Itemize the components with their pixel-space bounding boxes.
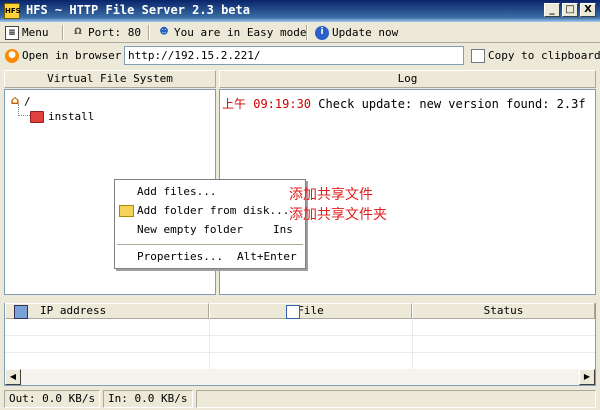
port-button[interactable]: Ω Port: 80 [68, 23, 144, 42]
annotation-add-files: 添加共享文件 [289, 187, 373, 203]
tree-item-install[interactable]: install [30, 110, 94, 123]
clipboard-icon [471, 48, 485, 63]
tree-item-label: install [48, 110, 95, 123]
file-icon [286, 305, 300, 319]
maximize-button[interactable]: □ [562, 3, 578, 17]
panel-splitter[interactable] [0, 297, 600, 301]
update-label: Update now [332, 26, 399, 39]
context-menu: Add files... Add folder from disk... New… [114, 179, 306, 269]
status-in: In: 0.0 KB/s [103, 390, 193, 408]
toolbar-separator [306, 25, 308, 40]
menu-item-add-files[interactable]: Add files... [115, 183, 305, 201]
log-entry: 上午 09:19:30 Check update: new version fo… [222, 95, 586, 112]
copy-to-clipboard-button[interactable]: Copy to clipboard [468, 46, 600, 65]
menu-item-properties[interactable]: Properties... Alt+Enter [115, 248, 305, 266]
title-bar[interactable]: HFS HFS ~ HTTP File Server 2.3 beta _ □ … [0, 0, 600, 22]
menu-item-new-empty-folder[interactable]: New empty folder Ins [115, 221, 305, 239]
column-header-file[interactable]: File [209, 303, 412, 319]
menu-separator [117, 244, 303, 245]
open-in-browser-label: Open in browser [22, 49, 122, 62]
address-toolbar: ● Open in browser Copy to clipboard [0, 44, 600, 68]
window-title: HFS ~ HTTP File Server 2.3 beta [26, 3, 250, 17]
menu-icon: ≡ [5, 25, 19, 40]
menu-item-add-folder[interactable]: Add folder from disk... [115, 202, 305, 220]
folder-icon [119, 205, 134, 217]
table-row [5, 335, 595, 336]
horizontal-scrollbar[interactable]: ◀ ▶ [5, 369, 595, 385]
status-out: Out: 0.0 KB/s [4, 390, 100, 408]
log-entry-time: 上午 09:19:30 [222, 97, 312, 111]
scroll-left-button[interactable]: ◀ [5, 369, 21, 385]
main-toolbar: ≡ Menu Ω Port: 80 ☻ You are in Easy mode… [0, 22, 600, 43]
status-bar: Out: 0.0 KB/s In: 0.0 KB/s [0, 388, 600, 410]
menu-item-label: Add files... [137, 185, 217, 198]
menu-button[interactable]: ≡ Menu [2, 23, 52, 42]
column-header-ip[interactable]: IP address [5, 303, 209, 319]
open-in-browser-button[interactable]: ● Open in browser [2, 46, 124, 65]
info-icon: i [315, 25, 329, 40]
table-column-divider [209, 319, 210, 369]
table-column-divider [412, 319, 413, 369]
menu-label: Menu [22, 26, 49, 39]
annotation-add-folder: 添加共享文件夹 [289, 207, 387, 223]
status-extra [196, 390, 596, 408]
plug-icon: Ω [74, 26, 82, 37]
network-icon [14, 305, 28, 319]
toolbar-separator [62, 25, 64, 40]
column-header-label: IP address [40, 304, 107, 317]
mode-button[interactable]: ☻ You are in Easy mode [154, 23, 309, 42]
column-header-status[interactable]: Status [412, 303, 595, 319]
vfs-panel-header: Virtual File System [4, 70, 216, 88]
close-button[interactable]: X [580, 3, 596, 17]
column-header-label: File [297, 304, 324, 317]
port-label: Port: 80 [88, 26, 141, 39]
update-button[interactable]: i Update now [312, 23, 401, 42]
folder-icon [30, 110, 44, 123]
column-header-label: Status [483, 304, 524, 317]
log-entry-text: Check update: new version found: 2.3f [318, 97, 586, 111]
users-icon: ☻ [159, 26, 169, 37]
menu-item-label: New empty folder [137, 223, 243, 236]
copy-label: Copy to clipboard [488, 49, 600, 62]
menu-item-shortcut: Alt+Enter [237, 250, 297, 263]
url-field[interactable] [124, 46, 464, 65]
browser-icon: ● [5, 48, 19, 63]
scroll-right-button[interactable]: ▶ [579, 369, 595, 385]
menu-item-label: Add folder from disk... [137, 204, 290, 217]
toolbar-separator [148, 25, 150, 40]
table-row [5, 352, 595, 353]
mode-label: You are in Easy mode [174, 26, 307, 39]
hfs-app-icon: HFS [4, 3, 21, 19]
log-panel-header: Log [219, 70, 596, 88]
minimize-button[interactable]: _ [544, 3, 560, 17]
menu-item-label: Properties... [137, 250, 224, 263]
tree-connector [18, 104, 30, 116]
